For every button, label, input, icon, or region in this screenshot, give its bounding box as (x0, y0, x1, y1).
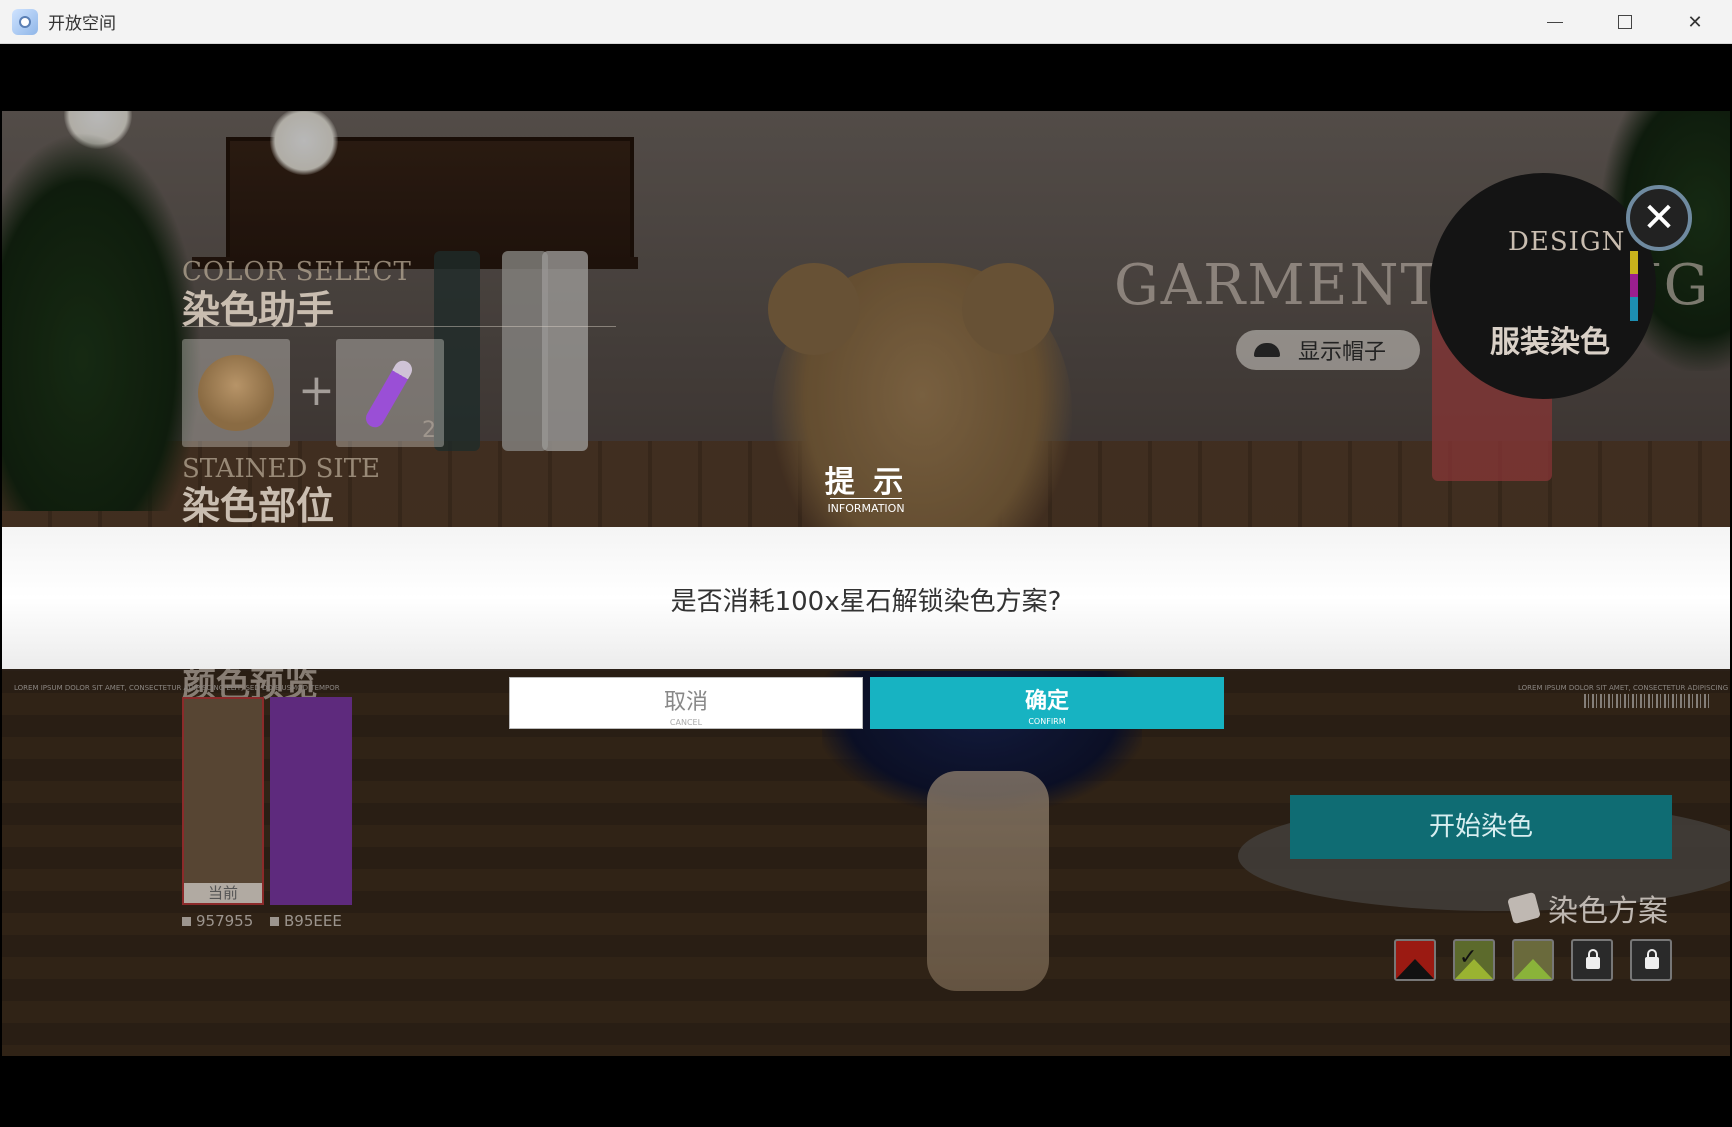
show-hat-label: 显示帽子 (1298, 340, 1387, 365)
lock-icon (1645, 949, 1659, 969)
dye-scheme-heading: 染色方案 (1507, 886, 1668, 930)
window-title: 开放空间 (48, 14, 116, 34)
new-color-hex: B95EEE (270, 912, 342, 930)
show-hat-toggle[interactable]: 显示帽子 (1236, 330, 1420, 370)
start-dyeing-button[interactable]: 开始染色 (1290, 795, 1672, 859)
lock-icon (1586, 949, 1600, 969)
close-icon: ✕ (1642, 195, 1676, 241)
dye-scheme-slot-4-locked[interactable] (1571, 939, 1613, 981)
hat-icon (1254, 343, 1280, 357)
minimize-button[interactable] (1520, 0, 1590, 44)
close-icon: ✕ (1687, 11, 1703, 33)
cancel-label: 取消 (663, 690, 708, 715)
potion-count: 2 (422, 418, 436, 443)
current-color-hex: 957955 (182, 912, 253, 930)
confirm-button[interactable]: 确定 CONFIRM (870, 677, 1224, 729)
scheme-swatch (1396, 959, 1434, 979)
decor-text-left: LOREM IPSUM DOLOR SIT AMET, CONSECTETUR … (14, 684, 340, 692)
cancel-button[interactable]: 取消 CANCEL (509, 677, 863, 729)
window-close-button[interactable]: ✕ (1660, 0, 1730, 44)
design-badge (1430, 173, 1656, 399)
new-color-swatch[interactable] (270, 697, 352, 905)
app-icon (12, 8, 38, 35)
dye-scheme-slot-2[interactable]: ✓ (1453, 939, 1495, 981)
paint-bucket-icon (1507, 891, 1541, 925)
scheme-swatch (1514, 959, 1552, 979)
cancel-sublabel: CANCEL (669, 718, 703, 727)
potion-icon (362, 357, 416, 431)
dye-potion-slot[interactable]: 2 (336, 339, 444, 447)
dialog-title-underline (830, 498, 902, 499)
barcode-decoration (1584, 694, 1712, 708)
confirm-label: 确定 (1024, 689, 1069, 714)
checkmark-icon: ✓ (1459, 945, 1478, 970)
divider (182, 326, 616, 327)
minimize-icon (1547, 21, 1563, 23)
current-label: 当前 (184, 883, 262, 903)
decor-text-right: LOREM IPSUM DOLOR SIT AMET, CONSECTETUR … (1518, 684, 1730, 692)
plus-icon: + (298, 365, 335, 416)
dye-scheme-slot-3[interactable] (1512, 939, 1554, 981)
dye-scheme-slot-5-locked[interactable] (1630, 939, 1672, 981)
dialog-subtitle: INFORMATION (827, 502, 905, 515)
cmyk-strip (1630, 251, 1638, 321)
dialog-message: 是否消耗100x星石解锁染色方案? (670, 587, 1062, 617)
title-bar: 开放空间 ✕ (0, 0, 1732, 44)
dialog-title: 提 示 (824, 465, 908, 500)
dye-scheme-slot-1[interactable] (1394, 939, 1436, 981)
design-label: DESIGN (1508, 227, 1626, 257)
close-panel-button[interactable]: ✕ (1626, 185, 1692, 251)
maximize-button[interactable] (1590, 0, 1660, 44)
letterbox-bar (0, 1056, 1732, 1127)
maximize-icon (1618, 15, 1632, 29)
garment-dyeing-label: 服装染色 (1490, 325, 1610, 360)
confirm-sublabel: CONFIRM (1028, 717, 1066, 726)
game-viewport: COLOR SELECT 染色助手 + 2 STAINED SITE 染色部位 … (2, 111, 1730, 1056)
hair-icon (198, 355, 274, 431)
current-color-swatch[interactable]: 当前 (182, 697, 264, 905)
hair-item-slot[interactable] (182, 339, 290, 447)
